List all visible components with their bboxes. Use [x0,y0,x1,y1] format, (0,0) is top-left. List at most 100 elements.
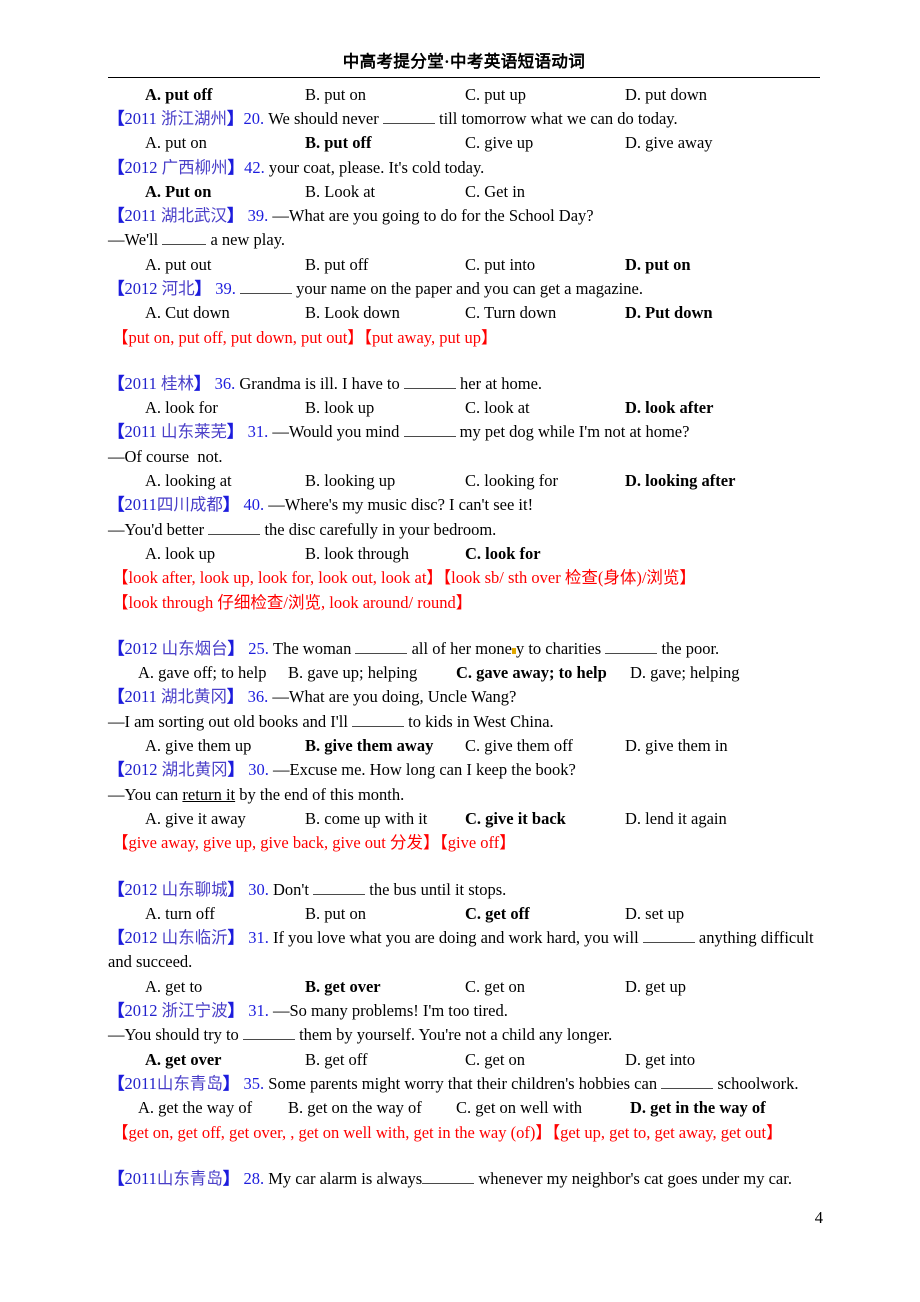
answer-blank [382,122,435,124]
source-tag: 【2012 山东烟台】 [108,638,245,658]
stem-text-mid2: y to charities [515,638,606,658]
question-number: 39. [211,279,236,298]
option-c: C. look for [465,543,541,563]
question-stem: 【2011四川成都】 40. —Where's my music disc? I… [108,493,820,517]
grammar-note: 【look through 仔细检查/浏览, look around/ roun… [112,592,473,612]
option-b: B. Look at [305,181,376,201]
stem-text: —What are you going to do for the School… [268,206,594,226]
option-b: B. look through [305,543,410,563]
options-row: A. put out B. put off C. put into D. put… [108,253,820,277]
option-d: D. get in the way of [630,1098,766,1118]
question-number: 30. [244,879,269,899]
stem-text-after: whenever my neighbor's cat goes under my… [474,1168,792,1188]
answer-blank [661,1087,714,1089]
dialogue-reply: —Of course not. [108,445,820,469]
stem-text-before: Grandma is ill. I have to [235,373,404,393]
source-tag: 【2011山东青岛】 [108,1168,240,1188]
option-b: B. put on [305,84,366,104]
options-row: A. get the way of B. get on the way of C… [108,1096,820,1120]
option-d: D. Put down [625,303,713,323]
source-tag: 【2012 湖北黄冈】 [108,760,245,780]
question-stem: 【2011 桂林】 36. Grandma is ill. I have to … [108,372,820,396]
question-stem: 【2011山东青岛】 28. My car alarm is always wh… [108,1167,820,1191]
options-row: A. get to B. get over C. get on D. get u… [108,975,820,999]
option-a: A. get over [145,1049,222,1069]
options-row: A. look up B. look through C. look for [108,542,820,566]
option-a: A. put out [145,254,212,274]
source-tag: 【2012 山东聊城】 [108,879,245,899]
source-tag: 【2011 湖北武汉】 [108,206,244,226]
reply-text: —Of course not. [108,446,223,466]
stem-text-after: till tomorrow what we can do today. [434,108,678,128]
question-number: 35. [239,1073,265,1093]
question-number: 25. [244,638,269,658]
question-stem: 【2011山东青岛】 35. Some parents might worry … [108,1072,820,1096]
stem-text-after: the bus until it stops. [365,879,507,899]
question-number: 40. [239,495,265,515]
stem-text-after: her at home. [455,373,543,393]
question-stem: 【2012 湖北黄冈】 30. —Excuse me. How long can… [108,758,820,782]
option-a: A. turn off [145,903,215,923]
option-b: B. looking up [305,471,396,491]
reply-before: —You should try to [108,1025,243,1045]
dialogue-reply: —I am sorting out old books and I'll to … [108,710,820,734]
option-d: D. put on [625,254,691,274]
stem-text: —Excuse me. How long can I keep the book… [268,760,576,780]
stem-text-after: schoolwork. [713,1073,799,1093]
answer-blank [403,387,456,389]
option-b: B. give them away [305,736,434,756]
question-number: 36. [210,373,236,393]
question-stem: 【2011 山东莱芜】 31. —Would you mind my pet d… [108,420,820,444]
reply-after: a new play. [206,230,285,250]
stem-text-before: We should never [264,108,383,128]
stem-text: —What are you doing, Uncle Wang? [268,687,517,707]
answer-blank [162,244,207,246]
option-d: D. looking after [625,471,736,491]
answer-blank [208,533,261,535]
options-row: A. put on B. put off C. give up D. give … [108,131,820,155]
reply-before: —I am sorting out old books and I'll [108,711,353,731]
source-tag: 【2011 浙江湖州】 [108,108,244,128]
option-a: A. put on [145,133,207,153]
answer-blank [605,652,658,654]
question-number: 31. [244,928,269,948]
reply-after: to kids in West China. [404,711,554,731]
answer-blank [313,893,366,895]
stem-text-before: My car alarm is always [264,1168,423,1188]
question-number: 39. [243,206,269,226]
option-c: C. give them off [465,736,573,756]
reply-after: the disc carefully in your bedroom. [260,519,497,539]
option-c: C. look at [465,398,530,418]
option-c: C. gave away; to help [456,663,607,683]
grammar-note: 【get on, get off, get over, , get on wel… [112,1122,783,1142]
reply-before: —You'd better [108,519,209,539]
question-stem: 【2012 山东临沂】 31. If you love what you are… [108,926,820,950]
dialogue-reply: —You'd better the disc carefully in your… [108,518,820,542]
question-number: 42. [244,157,265,177]
options-row: A. give it away B. come up with it C. gi… [108,807,820,831]
stem-text-after: your name on the paper and you can get a… [292,279,643,298]
options-row: A. get over B. get off C. get on D. get … [108,1048,820,1072]
stem-text-before: If you love what you are doing and work … [268,928,643,948]
question-number: 28. [239,1168,265,1188]
option-c: C. get on well with [456,1098,583,1118]
reply-before: —You can [108,784,183,804]
option-b: B. Look down [305,303,400,323]
dialogue-reply: —We'll a new play. [108,228,820,252]
options-row: A. look for B. look up C. look at D. loo… [108,396,820,420]
option-c: C. Turn down [465,303,557,323]
stem-text-mid: all of her mone [407,638,512,658]
option-a: A. get to [145,976,203,996]
stem-text: —So many problems! I'm too tired. [268,1001,508,1021]
stem-text-before: The woman [268,638,356,658]
option-a: A. give them up [145,736,252,756]
option-a: A. looking at [145,471,232,491]
question-stem: 【2012 山东烟台】 25. The woman all of her mon… [108,637,820,661]
page-number: 4 [814,1208,823,1227]
question-number: 30. [244,760,269,780]
option-b: B. get on the way of [288,1098,422,1118]
stem-text-after: the poor. [657,638,720,658]
